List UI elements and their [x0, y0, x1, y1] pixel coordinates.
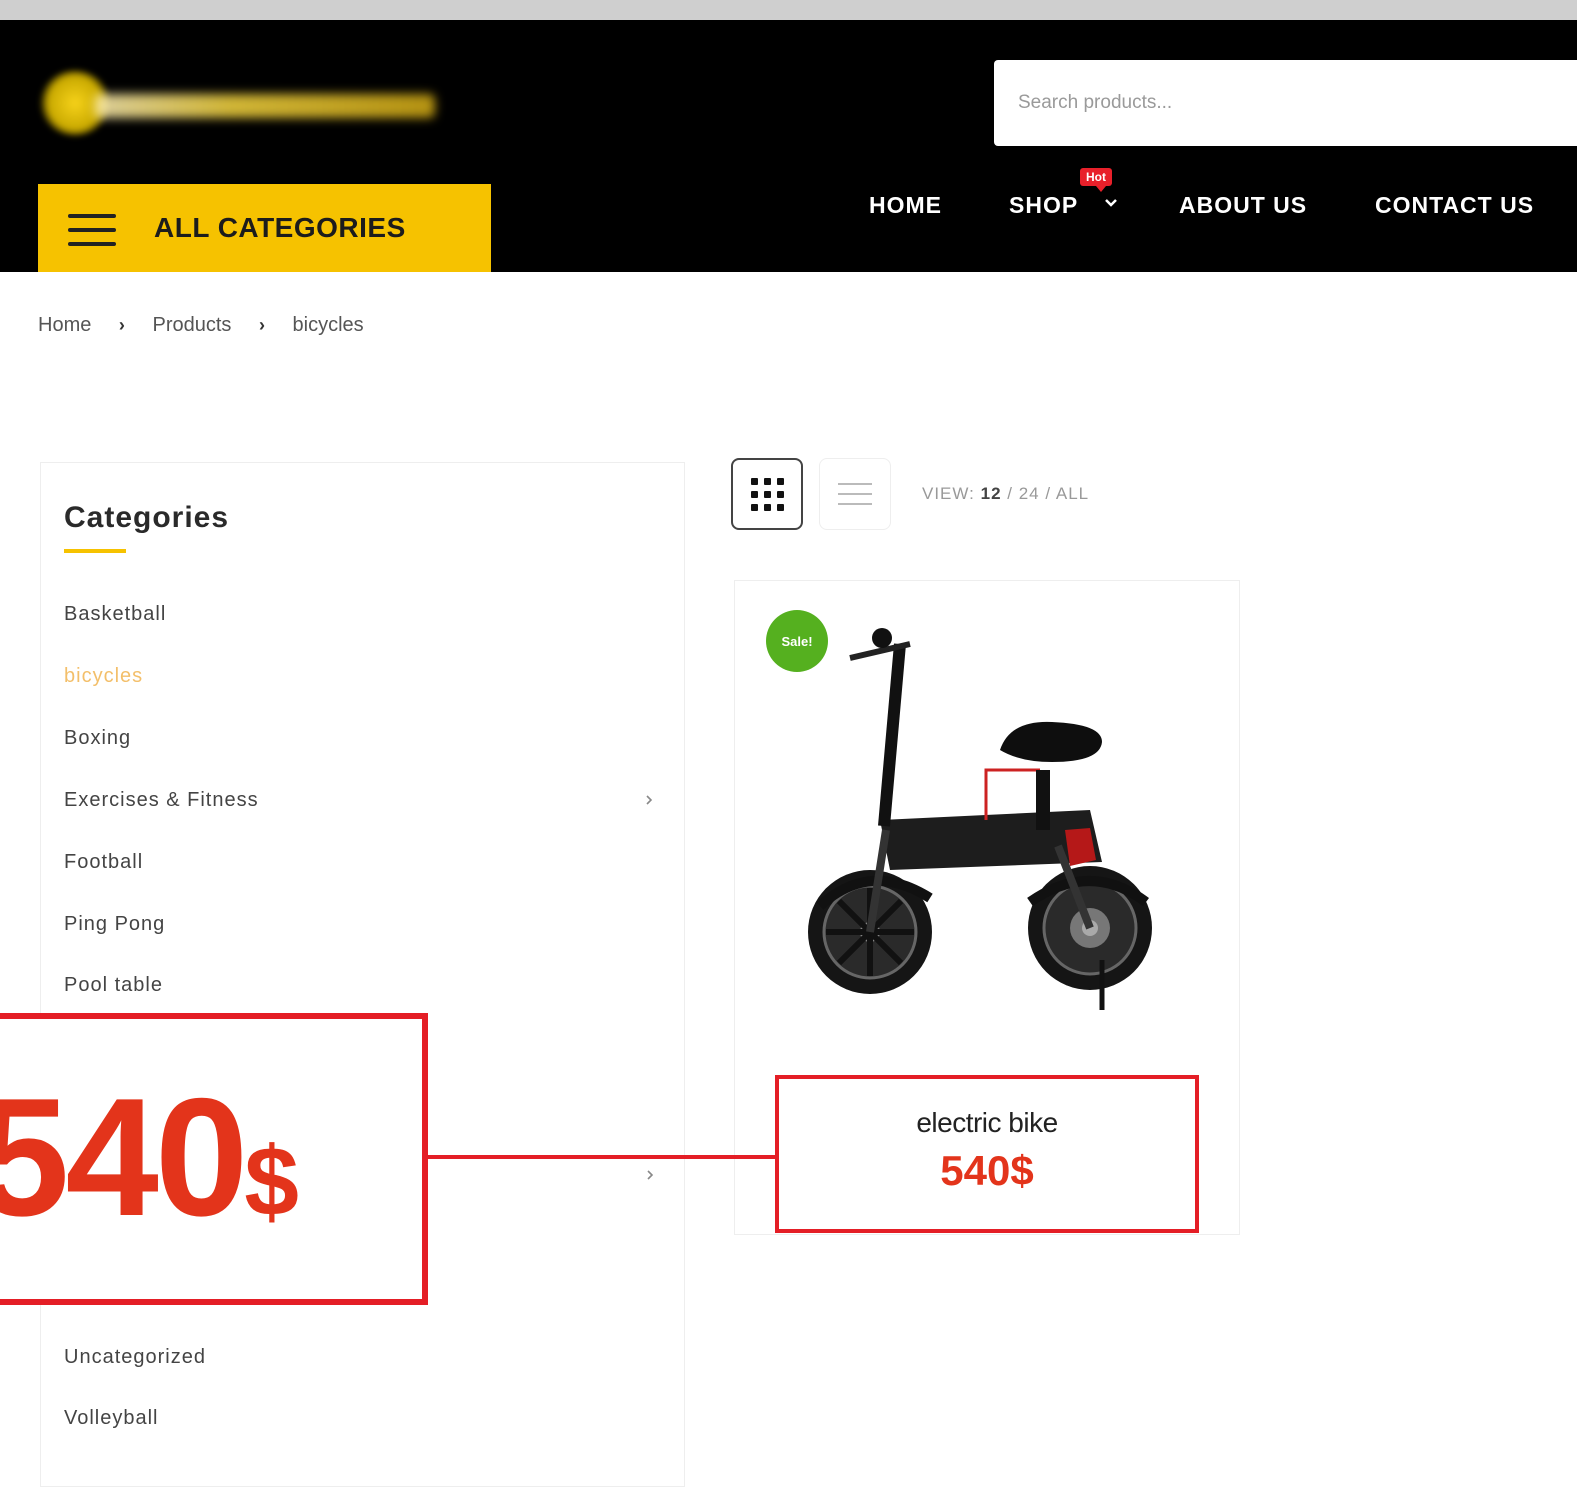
browser-bar: [0, 0, 1577, 20]
nav-contact-us[interactable]: CONTACT US: [1375, 192, 1534, 219]
sidebar-item-boxing[interactable]: Boxing: [64, 727, 131, 750]
search-box[interactable]: [994, 60, 1577, 146]
sidebar-item-basketball[interactable]: Basketball: [64, 603, 166, 626]
price-callout-number: 540: [0, 1063, 248, 1251]
product-info-highlight: electric bike 540$: [775, 1075, 1199, 1233]
price-callout-text: 540$: [0, 1073, 299, 1241]
grid-icon: [751, 478, 785, 512]
product-price: 540$: [940, 1147, 1034, 1194]
price-callout-box: 540$: [0, 1013, 428, 1305]
nav-shop[interactable]: SHOP: [1009, 192, 1078, 219]
view-label: VIEW:: [922, 484, 975, 503]
logo-blurred-text: [95, 94, 435, 118]
product-title[interactable]: electric bike: [779, 1107, 1195, 1139]
list-view-button[interactable]: [819, 458, 891, 530]
view-option-all[interactable]: ALL: [1056, 484, 1089, 503]
breadcrumb-separator-icon: ›: [258, 315, 265, 336]
view-count-selector: VIEW: 12 / 24 / ALL: [922, 484, 1090, 503]
sidebar-item-bicycles[interactable]: bicycles: [64, 665, 143, 688]
breadcrumb-products[interactable]: Products: [152, 314, 231, 337]
view-option-24[interactable]: 24: [1019, 484, 1040, 503]
search-input[interactable]: [994, 60, 1577, 146]
site-header: ALL CATEGORIES: [0, 20, 1577, 272]
hamburger-menu-icon: [68, 214, 116, 246]
grid-view-button[interactable]: [731, 458, 803, 530]
callout-connector-line: [425, 1155, 775, 1159]
chevron-right-icon[interactable]: [643, 793, 655, 807]
sidebar-item-volleyball[interactable]: Volleyball: [64, 1407, 159, 1430]
sidebar-item-ping-pong[interactable]: Ping Pong: [64, 913, 165, 936]
all-categories-button[interactable]: ALL CATEGORIES: [38, 184, 491, 272]
sidebar-item-exercises-fitness[interactable]: Exercises & Fitness: [64, 789, 259, 812]
breadcrumb-current: bicycles: [292, 314, 364, 337]
sidebar-item-pool-table[interactable]: Pool table: [64, 974, 163, 997]
breadcrumb: Home › Products › bicycles: [38, 314, 364, 337]
product-image-electric-bike[interactable]: [790, 620, 1170, 1020]
site-logo[interactable]: [40, 68, 440, 140]
price-callout-currency: $: [244, 1126, 299, 1236]
breadcrumb-separator-icon: ›: [118, 315, 125, 336]
page: ALL CATEGORIES HOME SHOP ABOUT US CONTAC…: [0, 0, 1577, 1487]
chevron-right-icon[interactable]: [644, 1168, 656, 1182]
view-option-12[interactable]: 12: [981, 484, 1002, 503]
title-underline: [64, 549, 126, 553]
all-categories-label: ALL CATEGORIES: [154, 212, 406, 243]
list-icon: [838, 483, 872, 505]
categories-sidebar: Categories Basketball bicycles Boxing Ex…: [40, 462, 685, 1487]
breadcrumb-home[interactable]: Home: [38, 314, 91, 337]
hot-badge: Hot: [1080, 168, 1112, 192]
sidebar-item-football[interactable]: Football: [64, 851, 143, 874]
nav-home[interactable]: HOME: [869, 192, 942, 219]
sidebar-item-uncategorized[interactable]: Uncategorized: [64, 1346, 206, 1369]
sidebar-title: Categories: [64, 501, 230, 534]
chevron-down-icon[interactable]: [1104, 196, 1118, 210]
nav-about-us[interactable]: ABOUT US: [1179, 192, 1307, 219]
